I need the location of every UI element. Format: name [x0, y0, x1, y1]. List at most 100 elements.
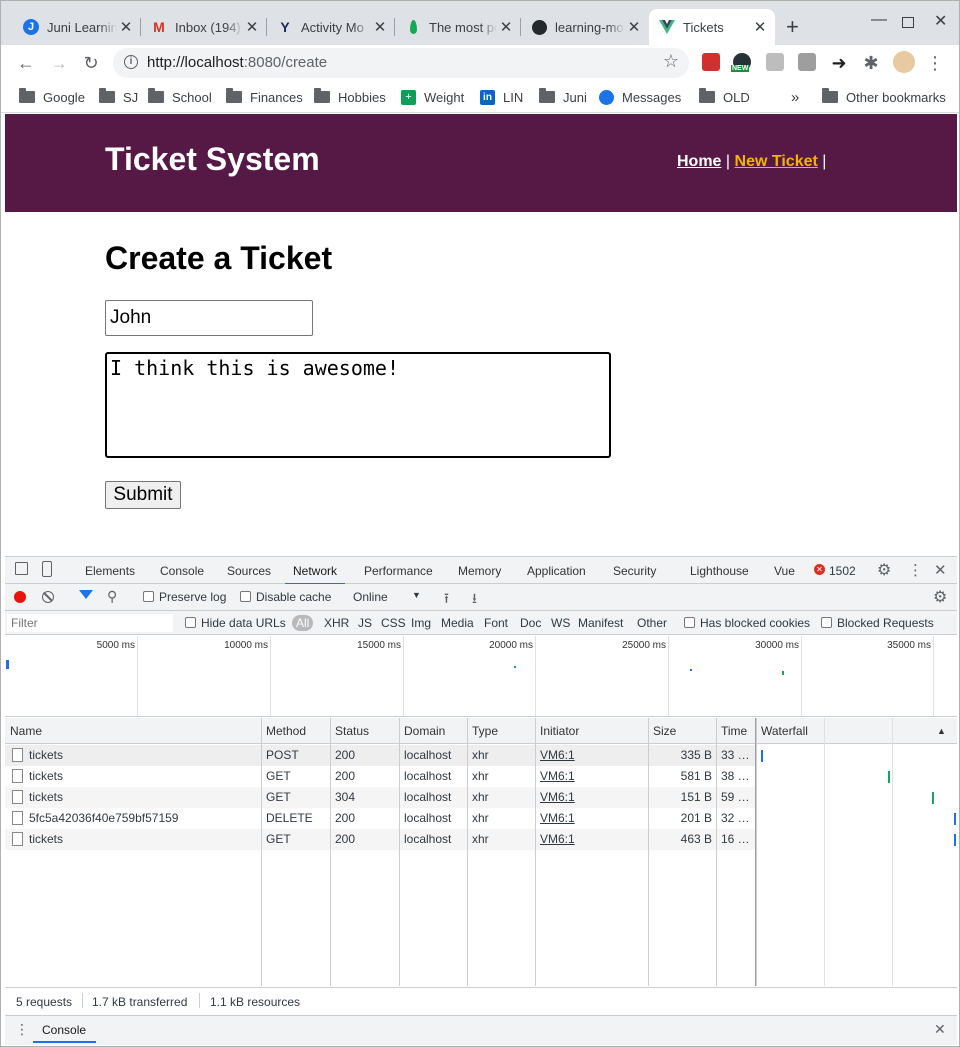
- cell-initiator[interactable]: VM6:1: [540, 790, 575, 804]
- col-name[interactable]: Name: [10, 724, 42, 738]
- bookmark-finances[interactable]: Finances: [226, 86, 303, 108]
- type-filter-manifest[interactable]: Manifest: [578, 616, 623, 630]
- type-filter-doc[interactable]: Doc: [520, 616, 541, 630]
- disable-cache-checkbox[interactable]: Disable cache: [240, 590, 331, 604]
- bookmark-messages[interactable]: Messages: [599, 86, 681, 108]
- devtools-tab-performance[interactable]: Performance: [364, 564, 433, 578]
- forward-icon[interactable]: →: [47, 51, 71, 75]
- bookmark-old[interactable]: OLD: [699, 86, 750, 108]
- minimize-icon[interactable]: —: [871, 11, 887, 29]
- devtools-tab-security[interactable]: Security: [613, 564, 656, 578]
- tab-activity[interactable]: Y Activity Mo ✕: [267, 9, 395, 45]
- bookmark-sj[interactable]: SJ: [99, 86, 138, 108]
- col-size[interactable]: Size: [653, 724, 676, 738]
- tab-github[interactable]: learning-mo ✕: [521, 9, 649, 45]
- type-filter-img[interactable]: Img: [411, 616, 431, 630]
- back-icon[interactable]: ←: [14, 51, 38, 75]
- close-tab-icon[interactable]: ✕: [751, 18, 769, 36]
- type-filter-font[interactable]: Font: [484, 616, 508, 630]
- other-bookmarks[interactable]: Other bookmarks: [822, 86, 946, 108]
- devtools-tab-console[interactable]: Console: [160, 564, 204, 578]
- devtools-tab-vue[interactable]: Vue: [774, 564, 795, 578]
- drawer-menu-icon[interactable]: ⋮: [15, 1021, 29, 1038]
- devtools-tab-network[interactable]: Network: [284, 564, 346, 585]
- bookmark-weight[interactable]: + Weight: [401, 86, 464, 108]
- device-toolbar-icon[interactable]: [42, 561, 52, 577]
- message-textarea[interactable]: I think this is awesome!: [105, 352, 611, 458]
- close-drawer-icon[interactable]: ✕: [934, 1021, 946, 1038]
- search-icon[interactable]: ⚲: [107, 588, 117, 605]
- nav-home-link[interactable]: Home: [677, 153, 721, 170]
- url-text[interactable]: http://localhost:8080/create: [147, 54, 327, 71]
- table-row[interactable]: tickets POST 200 localhost xhr VM6:1 335…: [5, 745, 755, 766]
- col-domain[interactable]: Domain: [404, 724, 445, 738]
- bookmark-hobbies[interactable]: Hobbies: [314, 86, 386, 108]
- bookmark-school[interactable]: School: [148, 86, 212, 108]
- close-devtools-icon[interactable]: ✕: [934, 561, 947, 579]
- preserve-log-checkbox[interactable]: Preserve log: [143, 590, 226, 604]
- filter-input[interactable]: [7, 614, 173, 632]
- bookmark-google[interactable]: Google: [19, 86, 85, 108]
- close-tab-icon[interactable]: ✕: [117, 18, 135, 36]
- tab-mongodb[interactable]: The most po ✕: [395, 9, 521, 45]
- drawer-tab-console[interactable]: Console: [42, 1023, 86, 1037]
- sort-up-icon[interactable]: ▲: [937, 726, 946, 736]
- table-row[interactable]: tickets GET 304 localhost xhr VM6:1 151 …: [5, 787, 755, 808]
- type-filter-other[interactable]: Other: [637, 616, 667, 630]
- extension-gray-icon[interactable]: [766, 53, 784, 71]
- settings-gear-icon[interactable]: ⚙: [877, 560, 891, 580]
- bookmarks-overflow-button[interactable]: »: [791, 86, 799, 108]
- col-initiator[interactable]: Initiator: [540, 724, 579, 738]
- import-har-icon[interactable]: ⭱: [444, 588, 449, 612]
- hide-data-urls-checkbox[interactable]: Hide data URLs: [185, 616, 286, 630]
- table-row[interactable]: tickets GET 200 localhost xhr VM6:1 581 …: [5, 766, 755, 787]
- network-settings-icon[interactable]: ⚙: [933, 587, 947, 607]
- extension-printer-icon[interactable]: [798, 53, 816, 71]
- inspect-element-icon[interactable]: [15, 562, 28, 575]
- col-status[interactable]: Status: [335, 724, 369, 738]
- type-filter-xhr[interactable]: XHR: [324, 616, 349, 630]
- type-filter-css[interactable]: CSS: [381, 616, 406, 630]
- tab-tickets[interactable]: Tickets ✕: [649, 9, 775, 45]
- close-tab-icon[interactable]: ✕: [371, 18, 389, 36]
- extensions-puzzle-icon[interactable]: ✱: [859, 51, 883, 75]
- clear-icon[interactable]: [42, 591, 54, 603]
- close-tab-icon[interactable]: ✕: [625, 18, 643, 36]
- cell-initiator[interactable]: VM6:1: [540, 748, 575, 762]
- blocked-cookies-checkbox[interactable]: Has blocked cookies: [684, 616, 810, 630]
- network-overview-timeline[interactable]: 5000 ms 10000 ms 15000 ms 20000 ms 25000…: [5, 636, 957, 717]
- devtools-tab-memory[interactable]: Memory: [458, 564, 501, 578]
- devtools-tab-application[interactable]: Application: [527, 564, 586, 578]
- cell-initiator[interactable]: VM6:1: [540, 811, 575, 825]
- record-icon[interactable]: [14, 591, 26, 603]
- devtools-tab-lighthouse[interactable]: Lighthouse: [690, 564, 749, 578]
- table-row[interactable]: 5fc5a42036f40e759bf57159 DELETE 200 loca…: [5, 808, 755, 829]
- col-time[interactable]: Time: [721, 724, 747, 738]
- throttle-select[interactable]: Online ▼: [353, 590, 423, 604]
- bookmark-lin[interactable]: in LIN: [480, 86, 523, 108]
- profile-avatar[interactable]: [893, 51, 915, 73]
- type-filter-all[interactable]: All: [292, 615, 314, 631]
- extension-new-icon[interactable]: NEW: [731, 53, 751, 72]
- export-har-icon[interactable]: ⭳: [472, 588, 477, 612]
- menu-kebab-icon[interactable]: ⋮: [923, 51, 947, 75]
- address-bar[interactable]: i http://localhost:8080/create ☆: [113, 48, 689, 78]
- tab-juni[interactable]: J Juni Learning ✕: [13, 9, 141, 45]
- close-tab-icon[interactable]: ✕: [243, 18, 261, 36]
- new-tab-button[interactable]: +: [786, 14, 799, 40]
- share-arrow-icon[interactable]: ➜: [827, 51, 851, 75]
- reload-icon[interactable]: ↻: [79, 51, 103, 75]
- extension-red-icon[interactable]: [702, 53, 720, 71]
- maximize-icon[interactable]: [902, 17, 914, 28]
- name-input[interactable]: [105, 300, 313, 336]
- bookmark-juni[interactable]: Juni: [539, 86, 587, 108]
- cell-initiator[interactable]: VM6:1: [540, 832, 575, 846]
- col-type[interactable]: Type: [472, 724, 498, 738]
- devtools-tab-sources[interactable]: Sources: [227, 564, 271, 578]
- tab-inbox[interactable]: M Inbox (194) ✕: [141, 9, 267, 45]
- type-filter-ws[interactable]: WS: [551, 616, 570, 630]
- col-method[interactable]: Method: [266, 724, 306, 738]
- blocked-requests-checkbox[interactable]: Blocked Requests: [821, 616, 934, 630]
- type-filter-media[interactable]: Media: [441, 616, 474, 630]
- close-window-icon[interactable]: ✕: [934, 11, 947, 31]
